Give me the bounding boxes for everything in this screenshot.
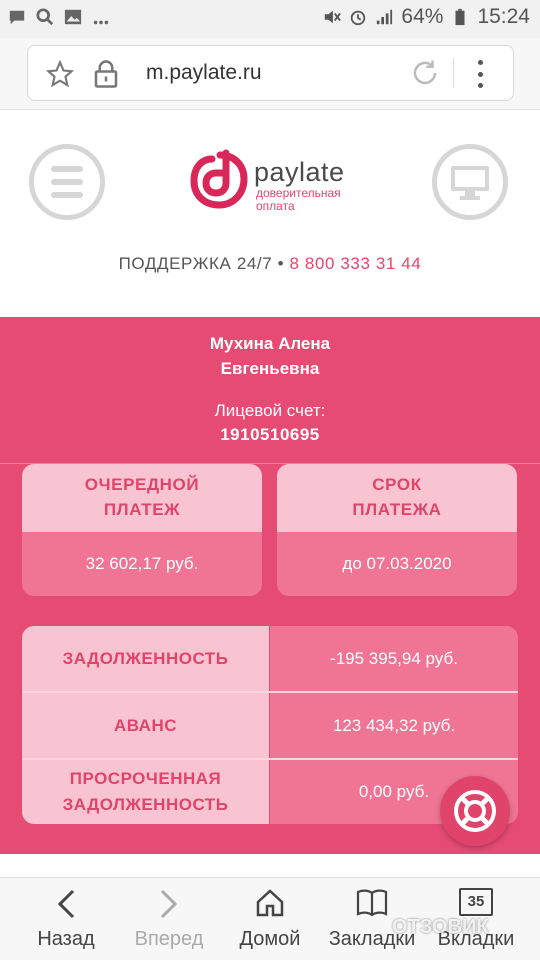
status-bar: 64% 15:24 xyxy=(0,0,540,38)
battery-percent: 64% xyxy=(401,5,444,28)
home-label: Домой xyxy=(239,928,301,950)
clock-time: 15:24 xyxy=(477,5,530,28)
mute-icon xyxy=(325,10,342,24)
account-label: Лицевой счет: xyxy=(214,401,326,420)
advance-value: 123 434,32 руб. xyxy=(270,693,518,758)
forward-button[interactable]: Вперед xyxy=(128,878,210,960)
tabs-icon: 35 xyxy=(459,888,493,916)
paylate-logo-mark-icon xyxy=(190,149,248,209)
payment-due-title: СРОК ПЛАТЕЖА xyxy=(277,464,517,532)
site-header: paylate доверительная оплата ПОДДЕРЖКА 2… xyxy=(0,111,540,317)
payment-due-value: до 07.03.2020 xyxy=(277,532,517,596)
next-payment-title-line2: ПЛАТЕЖ xyxy=(103,500,181,519)
next-payment-title-line1: ОЧЕРЕДНОЙ xyxy=(84,475,200,494)
debt-label: ЗАДОЛЖЕННОСТЬ xyxy=(22,626,269,691)
signal-icon xyxy=(377,9,393,25)
customer-name: Мухина Алена Евгеньевна xyxy=(0,331,540,381)
chevron-left-icon xyxy=(57,889,75,919)
account-section: Мухина Алена Евгеньевна Лицевой счет: 19… xyxy=(0,317,540,854)
logo-tagline: доверительная оплата xyxy=(256,186,341,213)
debt-row: ЗАДОЛЖЕННОСТЬ -195 395,94 руб. xyxy=(22,626,518,691)
lock-icon xyxy=(94,60,118,88)
support-phone-link[interactable]: 8 800 333 31 44 xyxy=(290,254,422,273)
payment-due-title-line1: СРОК xyxy=(372,475,422,494)
next-payment-title: ОЧЕРЕДНОЙ ПЛАТЕЖ xyxy=(22,464,262,532)
browser-menu-icon[interactable] xyxy=(475,60,485,88)
star-icon[interactable] xyxy=(46,60,74,88)
address-bar[interactable]: m.paylate.ru xyxy=(27,45,514,101)
url-divider xyxy=(453,58,454,88)
support-chat-button[interactable] xyxy=(440,776,510,846)
home-button[interactable]: Домой xyxy=(232,878,308,960)
url-text: m.paylate.ru xyxy=(146,61,262,84)
logo-name: paylate xyxy=(254,157,345,187)
battery-icon xyxy=(455,8,465,26)
monitor-icon xyxy=(451,166,489,200)
book-icon xyxy=(356,889,388,917)
hamburger-menu-button[interactable] xyxy=(29,144,105,220)
home-icon xyxy=(256,889,284,917)
support-line: ПОДДЕРЖКА 24/7 • 8 800 333 31 44 xyxy=(0,254,540,274)
advance-row: АВАНС 123 434,32 руб. xyxy=(22,693,518,758)
forward-label: Вперед xyxy=(134,928,204,950)
advance-label: АВАНС xyxy=(22,693,269,758)
lifebuoy-icon xyxy=(454,790,496,832)
back-button[interactable]: Назад xyxy=(28,878,104,960)
debt-value: -195 395,94 руб. xyxy=(270,626,518,691)
image-icon xyxy=(64,9,82,25)
next-payment-value: 32 602,17 руб. xyxy=(22,532,262,596)
paylate-logo[interactable]: paylate доверительная оплата xyxy=(190,149,370,213)
payment-due-title-line2: ПЛАТЕЖА xyxy=(352,500,442,519)
account-number: 1910510695 xyxy=(220,425,320,444)
payment-due-card: СРОК ПЛАТЕЖА до 07.03.2020 xyxy=(277,464,517,596)
chat-icon xyxy=(9,10,25,25)
browser-bottom-nav: Назад Вперед Домой Закладки 35 Вкладки О… xyxy=(0,877,540,960)
more-dots-icon xyxy=(93,20,109,25)
customer-name-line2: Евгеньевна xyxy=(220,359,320,378)
support-label: ПОДДЕРЖКА 24/7 • xyxy=(118,254,285,273)
next-payment-card: ОЧЕРЕДНОЙ ПЛАТЕЖ 32 602,17 руб. xyxy=(22,464,262,596)
tabs-count: 35 xyxy=(467,893,485,910)
reload-icon[interactable] xyxy=(410,58,440,88)
overdue-label: ПРОСРОЧЕННАЯ ЗАДОЛЖЕННОСТЬ xyxy=(22,760,269,824)
back-label: Назад xyxy=(37,928,95,950)
watermark: ОТЗОВИК xyxy=(392,916,489,938)
desktop-version-button[interactable] xyxy=(432,144,508,220)
customer-name-line1: Мухина Алена xyxy=(209,334,331,353)
chevron-right-icon xyxy=(160,889,178,919)
browser-toolbar: m.paylate.ru xyxy=(0,38,540,110)
alarm-icon xyxy=(351,10,366,26)
search-icon xyxy=(36,8,54,26)
